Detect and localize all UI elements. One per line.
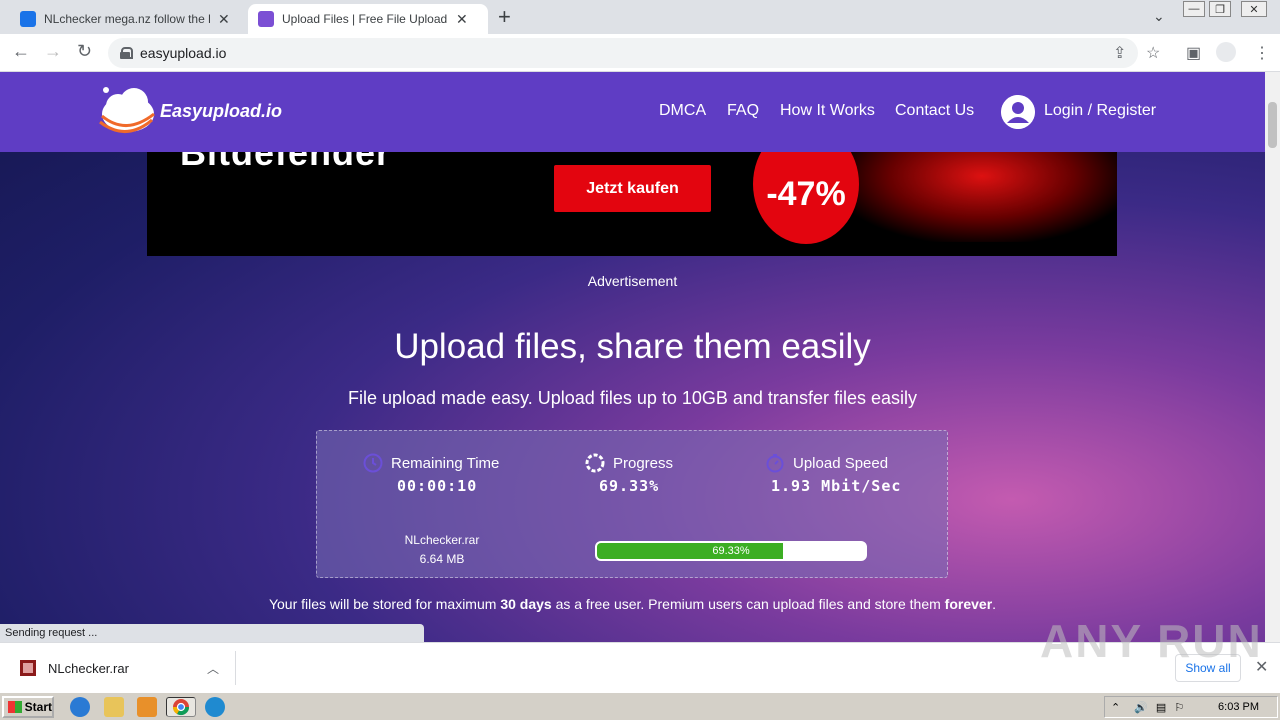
site-logo[interactable]: Easyupload.io — [96, 84, 282, 138]
tab-title: Upload Files | Free File Upload and Tr — [282, 12, 448, 26]
cloud-logo-icon — [99, 87, 155, 133]
ad-glow-graphic — [837, 152, 1117, 242]
ie-icon[interactable] — [70, 697, 90, 717]
advertisement-label: Advertisement — [587, 273, 678, 289]
advertisement-banner[interactable]: Bitdefender Jetzt kaufen -47% — [147, 152, 1117, 256]
explorer-folder-icon[interactable] — [104, 697, 124, 717]
progress-bar-text: 69.33% — [712, 545, 750, 557]
windows-flag-icon — [8, 701, 22, 713]
system-tray: ⌃ 🔊 ▤ ⚐ 6:03 PM — [1104, 696, 1278, 718]
tab-strip: NLchecker mega.nz follow the link — ✕ Up… — [0, 0, 1280, 34]
nav-how-it-works[interactable]: How It Works — [780, 102, 875, 120]
browser-toolbar: ← → ↻ easyupload.io ⇪ ☆ ▣ ⋮ — [0, 34, 1280, 72]
tab-close-icon[interactable]: ✕ — [218, 11, 230, 28]
tab-search-chevron-icon[interactable]: ⌄ — [1153, 8, 1165, 25]
progress-spinner-icon — [585, 453, 605, 473]
back-arrow-icon[interactable]: ← — [12, 41, 30, 62]
progress-label: Progress — [613, 454, 674, 472]
upload-progress-panel: Remaining Time 00:00:10 Progress 69.33% … — [316, 430, 948, 578]
start-label: Start — [24, 700, 52, 714]
upload-progress-bar: 69.33% — [595, 541, 867, 561]
nav-contact-us[interactable]: Contact Us — [895, 102, 974, 120]
reload-icon[interactable]: ↻ — [77, 41, 92, 62]
ad-buy-button[interactable]: Jetzt kaufen — [554, 165, 711, 212]
page-title: Upload files, share them easily — [394, 327, 871, 366]
upload-speed-label: Upload Speed — [793, 454, 889, 472]
scrollbar-thumb[interactable] — [1268, 102, 1277, 148]
tab-nlchecker[interactable]: NLchecker mega.nz follow the link — ✕ — [10, 4, 240, 34]
status-bubble: Sending request ... — [0, 624, 424, 642]
page-scrollbar[interactable] — [1265, 72, 1280, 642]
storage-days: 30 days — [500, 596, 552, 612]
stat-remaining-time: Remaining Time 00:00:10 — [363, 453, 563, 495]
ad-brand: Bitdefender — [180, 152, 392, 173]
user-avatar-icon[interactable] — [1001, 95, 1035, 129]
close-window-button[interactable]: ✕ — [1241, 1, 1267, 17]
stopwatch-icon — [766, 454, 784, 473]
media-player-icon[interactable] — [137, 697, 157, 717]
minimize-button[interactable]: — — [1183, 1, 1205, 17]
new-tab-button[interactable]: + — [498, 6, 511, 28]
bookmark-star-icon[interactable]: ☆ — [1146, 43, 1160, 63]
stat-progress: Progress 69.33% — [585, 453, 785, 495]
storage-note-text: Your files will be stored for maximum — [268, 596, 501, 612]
stat-upload-speed: Upload Speed 1.93 Mbit/Sec — [765, 453, 965, 495]
remaining-time-label: Remaining Time — [391, 454, 500, 472]
login-register-link[interactable]: Login / Register — [1044, 102, 1156, 120]
file-size: 6.64 MB — [419, 552, 465, 566]
link-icon — [20, 11, 36, 27]
side-panel-icon[interactable]: ▣ — [1186, 43, 1201, 63]
tray-expand-icon[interactable]: ⌃ — [1111, 701, 1120, 714]
edge-icon[interactable] — [205, 697, 225, 717]
anyrun-watermark: ANY RUN — [1040, 615, 1263, 667]
page-subtitle: File upload made easy. Upload files up t… — [348, 388, 917, 408]
progress-value: 69.33% — [599, 477, 660, 495]
chrome-icon — [172, 699, 190, 716]
storage-note-text: as a free user. Premium users can upload… — [551, 596, 945, 612]
rar-file-icon — [20, 660, 36, 676]
forward-arrow-icon[interactable]: → — [44, 41, 62, 62]
nav-dmca[interactable]: DMCA — [659, 102, 706, 120]
profile-avatar-icon[interactable] — [1216, 42, 1236, 62]
file-name: NLchecker.rar — [404, 533, 480, 547]
upload-speed-value: 1.93 Mbit/Sec — [771, 477, 902, 495]
download-item[interactable]: NLchecker.rar ︿ — [10, 651, 236, 685]
download-file-name: NLchecker.rar — [48, 660, 129, 676]
storage-note: Your files will be stored for maximum 30… — [0, 596, 1265, 612]
chevron-up-icon[interactable]: ︿ — [207, 660, 219, 677]
nav-faq[interactable]: FAQ — [727, 102, 759, 120]
share-icon[interactable]: ⇪ — [1113, 43, 1126, 63]
tab-title: NLchecker mega.nz follow the link — — [44, 12, 210, 26]
windows-taskbar: Start ⌃ 🔊 ▤ ⚐ 6:03 PM — [0, 692, 1280, 720]
site-navbar: Easyupload.io DMCA FAQ How It Works Cont… — [0, 72, 1265, 152]
chrome-taskbar-button[interactable] — [166, 697, 196, 717]
easyupload-favicon-icon — [258, 11, 274, 27]
network-icon[interactable]: ▤ — [1156, 701, 1166, 714]
address-bar[interactable]: easyupload.io — [108, 38, 1138, 68]
volume-icon[interactable]: 🔊 — [1134, 701, 1148, 714]
page-viewport: Easyupload.io DMCA FAQ How It Works Cont… — [0, 72, 1265, 642]
remaining-time-value: 00:00:10 — [397, 477, 478, 495]
lock-icon[interactable] — [120, 47, 133, 59]
clock-icon — [363, 453, 383, 473]
tab-close-icon[interactable]: ✕ — [456, 11, 468, 28]
start-button[interactable]: Start — [2, 696, 54, 718]
storage-note-text: . — [992, 596, 997, 612]
taskbar-clock[interactable]: 6:03 PM — [1218, 701, 1259, 713]
flag-icon[interactable]: ⚐ — [1174, 701, 1184, 714]
file-info: NLchecker.rar 6.64 MB — [377, 531, 507, 569]
maximize-button[interactable]: ❐ — [1209, 1, 1231, 17]
logo-text: Easyupload.io — [160, 100, 283, 121]
menu-kebab-icon[interactable]: ⋮ — [1254, 43, 1270, 63]
url-text: easyupload.io — [140, 45, 227, 61]
tab-easyupload[interactable]: Upload Files | Free File Upload and Tr ✕ — [248, 4, 488, 34]
storage-forever: forever — [944, 596, 993, 612]
